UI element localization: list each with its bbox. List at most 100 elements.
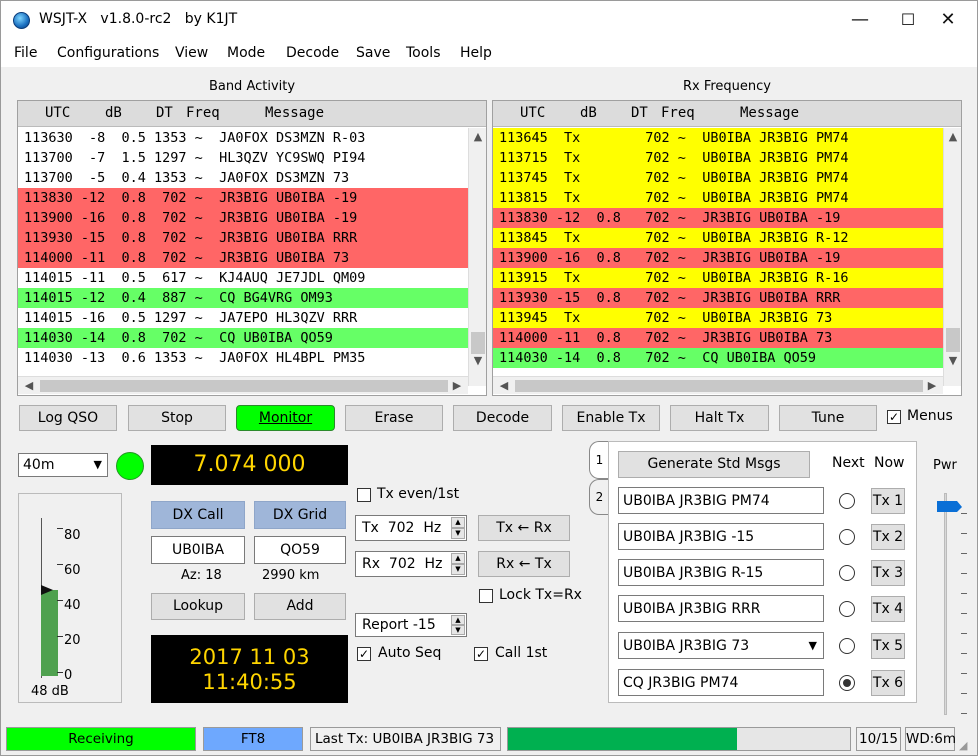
enable-tx-button[interactable]: Enable Tx — [562, 405, 660, 431]
menus-checkbox[interactable]: ✓ — [887, 410, 901, 424]
tx4-message-input[interactable]: UB0IBA JR3BIG RRR — [618, 595, 824, 622]
tx-from-rx-button[interactable]: Tx ← Rx — [478, 515, 570, 541]
stop-button[interactable]: Stop — [128, 405, 226, 431]
tx-even-checkbox[interactable] — [357, 488, 371, 502]
scroll-right-arrow-icon[interactable]: ▶ — [923, 377, 941, 395]
generate-std-msgs-button[interactable]: Generate Std Msgs — [618, 451, 810, 478]
tx1-now-button[interactable]: Tx 1 — [871, 488, 905, 514]
rx-frequency-row[interactable]: 113945 Tx 702 ~ UB0IBA JR3BIG 73 — [493, 308, 943, 328]
tx4-next-radio[interactable] — [839, 601, 855, 617]
rx-frequency-row[interactable]: 114000 -11 0.8 702 ~ JR3BIG UB0IBA 73 — [493, 328, 943, 348]
band-activity-row[interactable]: 113830 -12 0.8 702 ~ JR3BIG UB0IBA -19 — [18, 188, 468, 208]
spin-up-icon[interactable]: ▲ — [451, 615, 465, 625]
auto-seq-checkbox[interactable]: ✓ — [357, 647, 371, 661]
band-activity-row[interactable]: 113930 -15 0.8 702 ~ JR3BIG UB0IBA RRR — [18, 228, 468, 248]
spin-up-icon[interactable]: ▲ — [451, 517, 465, 528]
rx-frequency-vscroll[interactable]: ▲ ▼ — [943, 128, 961, 386]
band-activity-hscroll[interactable]: ◀ ▶ — [18, 376, 468, 394]
scroll-up-arrow-icon[interactable]: ▲ — [469, 128, 487, 146]
scroll-left-arrow-icon[interactable]: ◀ — [20, 377, 38, 395]
erase-button[interactable]: Erase — [345, 405, 443, 431]
tx6-next-radio[interactable] — [839, 675, 855, 691]
report-spinbox[interactable]: Report -15 ▲ ▼ — [355, 613, 467, 637]
band-activity-table[interactable]: UTC dB DT Freq Message 113630 -8 0.5 135… — [17, 100, 487, 396]
menu-view[interactable]: View — [175, 45, 208, 61]
band-activity-row[interactable]: 114000 -11 0.8 702 ~ JR3BIG UB0IBA 73 — [18, 248, 468, 268]
scroll-thumb[interactable] — [946, 328, 960, 352]
tx5-now-button[interactable]: Tx 5 — [871, 633, 905, 659]
spin-up-icon[interactable]: ▲ — [451, 553, 465, 564]
tab-1[interactable]: 1 — [589, 441, 609, 479]
lookup-button[interactable]: Lookup — [151, 593, 245, 620]
rx-frequency-row[interactable]: 113930 -15 0.8 702 ~ JR3BIG UB0IBA RRR — [493, 288, 943, 308]
tx5-message-combo[interactable]: UB0IBA JR3BIG 73 ▼ — [618, 632, 824, 659]
tx1-message-input[interactable]: UB0IBA JR3BIG PM74 — [618, 487, 824, 514]
scroll-up-arrow-icon[interactable]: ▲ — [944, 128, 962, 146]
lock-tx-rx-checkbox[interactable] — [479, 589, 493, 603]
rx-frequency-row[interactable]: 113900 -16 0.8 702 ~ JR3BIG UB0IBA -19 — [493, 248, 943, 268]
spin-down-icon[interactable]: ▼ — [451, 625, 465, 635]
band-activity-row[interactable]: 114030 -13 0.6 1353 ~ JA0FOX HL4BPL PM35 — [18, 348, 468, 368]
log-qso-button[interactable]: Log QSO — [19, 405, 117, 431]
band-activity-row[interactable]: 114015 -12 0.4 887 ~ CQ BG4VRG OM93 — [18, 288, 468, 308]
decode-button[interactable]: Decode — [453, 405, 552, 431]
scroll-left-arrow-icon[interactable]: ◀ — [495, 377, 513, 395]
scroll-right-arrow-icon[interactable]: ▶ — [448, 377, 466, 395]
tx3-message-input[interactable]: UB0IBA JR3BIG R-15 — [618, 559, 824, 586]
rx-frequency-row[interactable]: 113645 Tx 702 ~ UB0IBA JR3BIG PM74 — [493, 128, 943, 148]
tx3-next-radio[interactable] — [839, 565, 855, 581]
rx-frequency-row[interactable]: 114030 -14 0.8 702 ~ CQ UB0IBA QO59 — [493, 348, 943, 368]
menu-save[interactable]: Save — [356, 45, 390, 61]
dx-grid-input[interactable]: QO59 — [254, 536, 346, 564]
band-activity-row[interactable]: 114015 -16 0.5 1297 ~ JA7EPO HL3QZV RRR — [18, 308, 468, 328]
scroll-down-arrow-icon[interactable]: ▼ — [944, 352, 962, 370]
tx2-now-button[interactable]: Tx 2 — [871, 524, 905, 550]
band-activity-row[interactable]: 113700 -5 0.4 1353 ~ JA0FOX DS3MZN 73 — [18, 168, 468, 188]
tune-button[interactable]: Tune — [779, 405, 877, 431]
tab-2[interactable]: 2 — [589, 479, 609, 515]
slider-handle[interactable] — [937, 501, 957, 512]
rx-freq-spinbox[interactable]: Rx 702 Hz ▲ ▼ — [355, 551, 467, 577]
scroll-down-arrow-icon[interactable]: ▼ — [469, 352, 487, 370]
resize-grip-icon[interactable]: ◢ — [959, 739, 973, 753]
hscroll-thumb[interactable] — [40, 380, 448, 392]
band-activity-row[interactable]: 114015 -11 0.5 617 ~ KJ4AUQ JE7JDL QM09 — [18, 268, 468, 288]
tx2-next-radio[interactable] — [839, 529, 855, 545]
band-select[interactable]: 40m ▼ — [18, 453, 108, 477]
band-activity-vscroll[interactable]: ▲ ▼ — [468, 128, 486, 386]
tx5-next-radio[interactable] — [839, 638, 855, 654]
menu-decode[interactable]: Decode — [286, 45, 339, 61]
add-button[interactable]: Add — [254, 593, 346, 620]
minimize-button[interactable]: — — [837, 1, 883, 39]
tx-freq-spinbox[interactable]: Tx 702 Hz ▲ ▼ — [355, 515, 467, 541]
halt-tx-button[interactable]: Halt Tx — [670, 405, 769, 431]
rx-frequency-hscroll[interactable]: ◀ ▶ — [493, 376, 943, 394]
tx6-now-button[interactable]: Tx 6 — [871, 670, 905, 696]
tx3-now-button[interactable]: Tx 3 — [871, 560, 905, 586]
band-activity-row[interactable]: 114030 -14 0.8 702 ~ CQ UB0IBA QO59 — [18, 328, 468, 348]
rx-frequency-table[interactable]: UTC dB DT Freq Message 113645 Tx 702 ~ U… — [492, 100, 962, 396]
band-activity-row[interactable]: 113700 -7 1.5 1297 ~ HL3QZV YC9SWQ PI94 — [18, 148, 468, 168]
menu-mode[interactable]: Mode — [227, 45, 265, 61]
monitor-button[interactable]: Monitor — [236, 405, 335, 431]
rx-from-tx-button[interactable]: Rx ← Tx — [478, 551, 570, 577]
menu-tools[interactable]: Tools — [406, 45, 441, 61]
rx-frequency-row[interactable]: 113815 Tx 702 ~ UB0IBA JR3BIG PM74 — [493, 188, 943, 208]
tx4-now-button[interactable]: Tx 4 — [871, 596, 905, 622]
call-1st-checkbox[interactable]: ✓ — [474, 647, 488, 661]
hscroll-thumb[interactable] — [515, 380, 923, 392]
menu-file[interactable]: File — [14, 45, 37, 61]
power-slider[interactable] — [937, 489, 971, 721]
tx1-next-radio[interactable] — [839, 493, 855, 509]
spin-down-icon[interactable]: ▼ — [451, 528, 465, 539]
rx-frequency-row[interactable]: 113830 -12 0.8 702 ~ JR3BIG UB0IBA -19 — [493, 208, 943, 228]
menu-configurations[interactable]: Configurations — [57, 45, 159, 61]
rx-frequency-row[interactable]: 113715 Tx 702 ~ UB0IBA JR3BIG PM74 — [493, 148, 943, 168]
tx2-message-input[interactable]: UB0IBA JR3BIG -15 — [618, 523, 824, 550]
tx6-message-input[interactable]: CQ JR3BIG PM74 — [618, 669, 824, 696]
spin-down-icon[interactable]: ▼ — [451, 564, 465, 575]
rx-frequency-row[interactable]: 113915 Tx 702 ~ UB0IBA JR3BIG R-16 — [493, 268, 943, 288]
close-button[interactable]: ✕ — [925, 1, 971, 39]
rx-frequency-row[interactable]: 113745 Tx 702 ~ UB0IBA JR3BIG PM74 — [493, 168, 943, 188]
scroll-thumb[interactable] — [471, 332, 485, 354]
